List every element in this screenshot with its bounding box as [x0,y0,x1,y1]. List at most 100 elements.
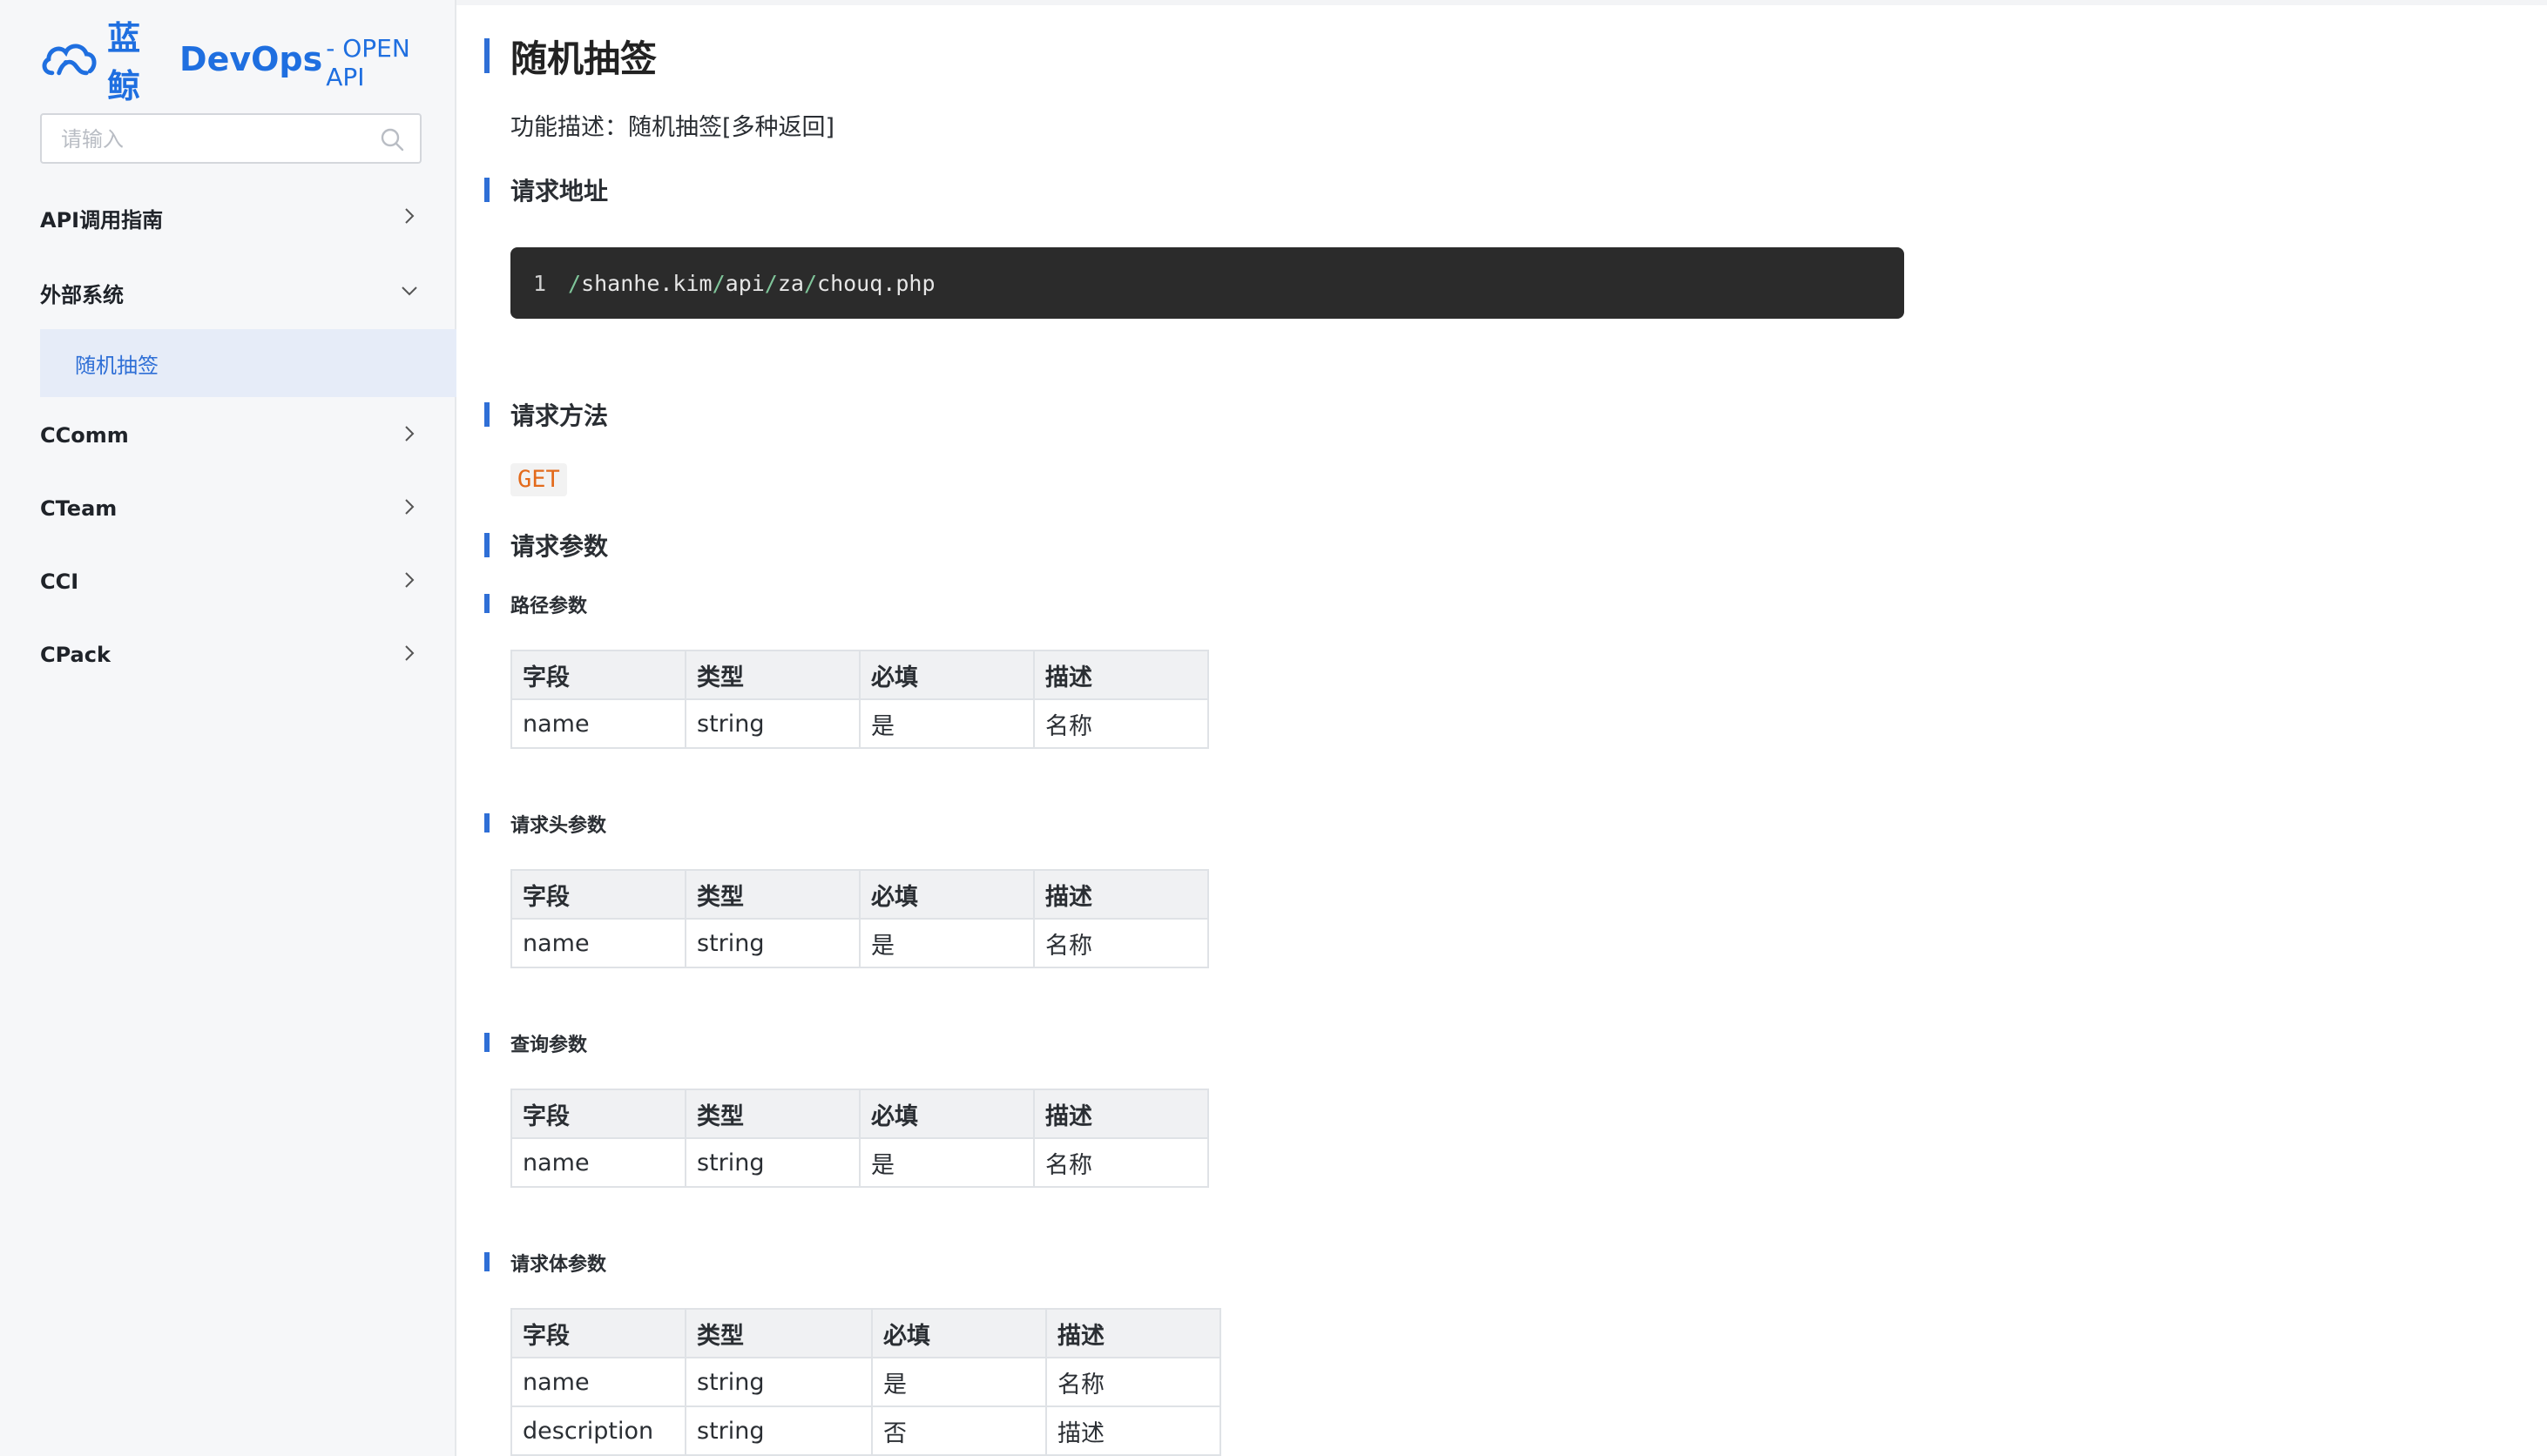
table-cell: string [685,918,861,968]
table-header: 字段 [510,869,686,920]
subsection-accent-bar [484,594,490,613]
table-header: 描述 [1033,1089,1209,1139]
url-segment: za [777,270,804,296]
sidebar-item-cci[interactable]: CCI [40,557,422,606]
table-cell: 名称 [1033,698,1209,749]
url-separator: / [568,270,582,296]
subsection-accent-bar [484,1033,490,1052]
table-header: 字段 [510,650,686,700]
url-segment: api [725,270,765,296]
table-header: 描述 [1045,1308,1221,1358]
chevron-right-icon [405,645,415,661]
table-header: 类型 [685,1308,873,1358]
url-separator: / [803,270,818,296]
table-cell: name [510,1357,686,1407]
table-cell: 是 [859,1137,1035,1188]
search-icon[interactable] [380,127,404,152]
brand-name-cn: 蓝鲸 [107,19,142,105]
chevron-right-icon [405,208,415,224]
subsection-accent-bar [484,1252,490,1271]
sidebar-item-label: CPack [40,643,111,667]
table-cell: name [510,918,686,968]
subsection-path-params: 路径参数 [510,596,588,617]
chevron-right-icon [405,426,415,442]
code-line-number: 1 [533,270,547,296]
sidebar: 蓝鲸 DevOps - OPEN API API调用指南 外部系统 随机抽签 C… [0,0,456,1456]
body-params-table: 字段 类型 必填 描述 name string 是 名称 description… [510,1308,1221,1456]
table-cell: 是 [859,698,1035,749]
table-cell: description [510,1405,686,1456]
brand-logo[interactable]: 蓝鲸 DevOps - OPEN API [40,19,455,105]
path-params-table: 字段 类型 必填 描述 name string 是 名称 [510,650,1209,749]
table-cell: 名称 [1033,918,1209,968]
sidebar-item-cteam[interactable]: CTeam [40,484,422,533]
request-method-badge: GET [510,463,567,496]
subsection-body-params: 请求体参数 [510,1254,607,1276]
table-cell: 是 [871,1357,1047,1407]
sidebar-item-api-guide[interactable]: API调用指南 [40,193,422,242]
table-header: 描述 [1033,650,1209,700]
brand-suffix: - OPEN API [326,34,410,91]
table-header: 必填 [859,869,1035,920]
table-header-row: 字段 类型 必填 描述 [510,1308,1221,1358]
url-segment: shanhe.kim [581,270,713,296]
doc-content: 随机抽签 功能描述：随机抽签[多种返回] 请求地址 1 /shanhe.kim/… [456,0,2547,1456]
sidebar-item-label: CTeam [40,496,118,521]
table-header: 必填 [859,1089,1035,1139]
table-cell: string [685,1357,873,1407]
table-cell: string [685,698,861,749]
section-accent-bar [484,178,490,202]
header-params-table: 字段 类型 必填 描述 name string 是 名称 [510,869,1209,968]
request-url-code-block[interactable]: 1 /shanhe.kim/api/za/chouq.php [510,247,1904,319]
table-cell: string [685,1137,861,1188]
sidebar-item-label: 外部系统 [40,282,124,307]
table-header: 必填 [871,1308,1047,1358]
cloud-whale-icon [42,44,97,76]
sidebar-item-label: CComm [40,423,129,448]
subsection-header-params: 请求头参数 [510,815,607,837]
table-header-row: 字段 类型 必填 描述 [510,650,1209,700]
url-separator: / [712,270,726,296]
search-input[interactable] [59,115,376,164]
url-separator: / [764,270,778,296]
table-cell: 否 [871,1405,1047,1456]
search-box [40,113,422,164]
table-cell: 名称 [1045,1357,1221,1407]
sidebar-item-ccomm[interactable]: CComm [40,411,422,460]
table-header: 类型 [685,869,861,920]
table-cell: string [685,1405,873,1456]
table-header: 描述 [1033,869,1209,920]
url-segment: chouq.php [817,270,936,296]
title-accent-bar [484,38,490,73]
table-cell: 是 [859,918,1035,968]
page: 蓝鲸 DevOps - OPEN API API调用指南 外部系统 随机抽签 C… [0,0,2547,1456]
sidebar-item-label: API调用指南 [40,207,164,233]
table-header: 必填 [859,650,1035,700]
subsection-accent-bar [484,813,490,832]
sidebar-subitem-label: 随机抽签 [75,353,159,378]
chevron-down-icon [402,286,417,296]
table-header: 字段 [510,1308,686,1358]
sidebar-subitem-random-draw[interactable]: 随机抽签 [40,329,456,397]
table-header: 类型 [685,1089,861,1139]
subsection-query-params: 查询参数 [510,1035,588,1056]
table-row: name string 是 名称 [510,698,1209,749]
table-header: 类型 [685,650,861,700]
table-cell: name [510,698,686,749]
chevron-right-icon [405,572,415,588]
table-row: name string 是 名称 [510,1357,1221,1407]
function-description: 功能描述：随机抽签[多种返回] [510,114,835,141]
section-request-params: 请求参数 [510,532,609,561]
page-title: 随机抽签 [510,37,658,80]
sidebar-item-external-systems[interactable]: 外部系统 [40,268,422,317]
table-cell: 名称 [1033,1137,1209,1188]
table-cell: name [510,1137,686,1188]
table-header-row: 字段 类型 必填 描述 [510,869,1209,920]
table-row: name string 是 名称 [510,918,1209,968]
sidebar-item-cpack[interactable]: CPack [40,630,422,679]
section-request-method: 请求方法 [510,401,609,430]
table-header: 字段 [510,1089,686,1139]
table-cell: 描述 [1045,1405,1221,1456]
section-request-url: 请求地址 [510,177,609,206]
table-header-row: 字段 类型 必填 描述 [510,1089,1209,1139]
